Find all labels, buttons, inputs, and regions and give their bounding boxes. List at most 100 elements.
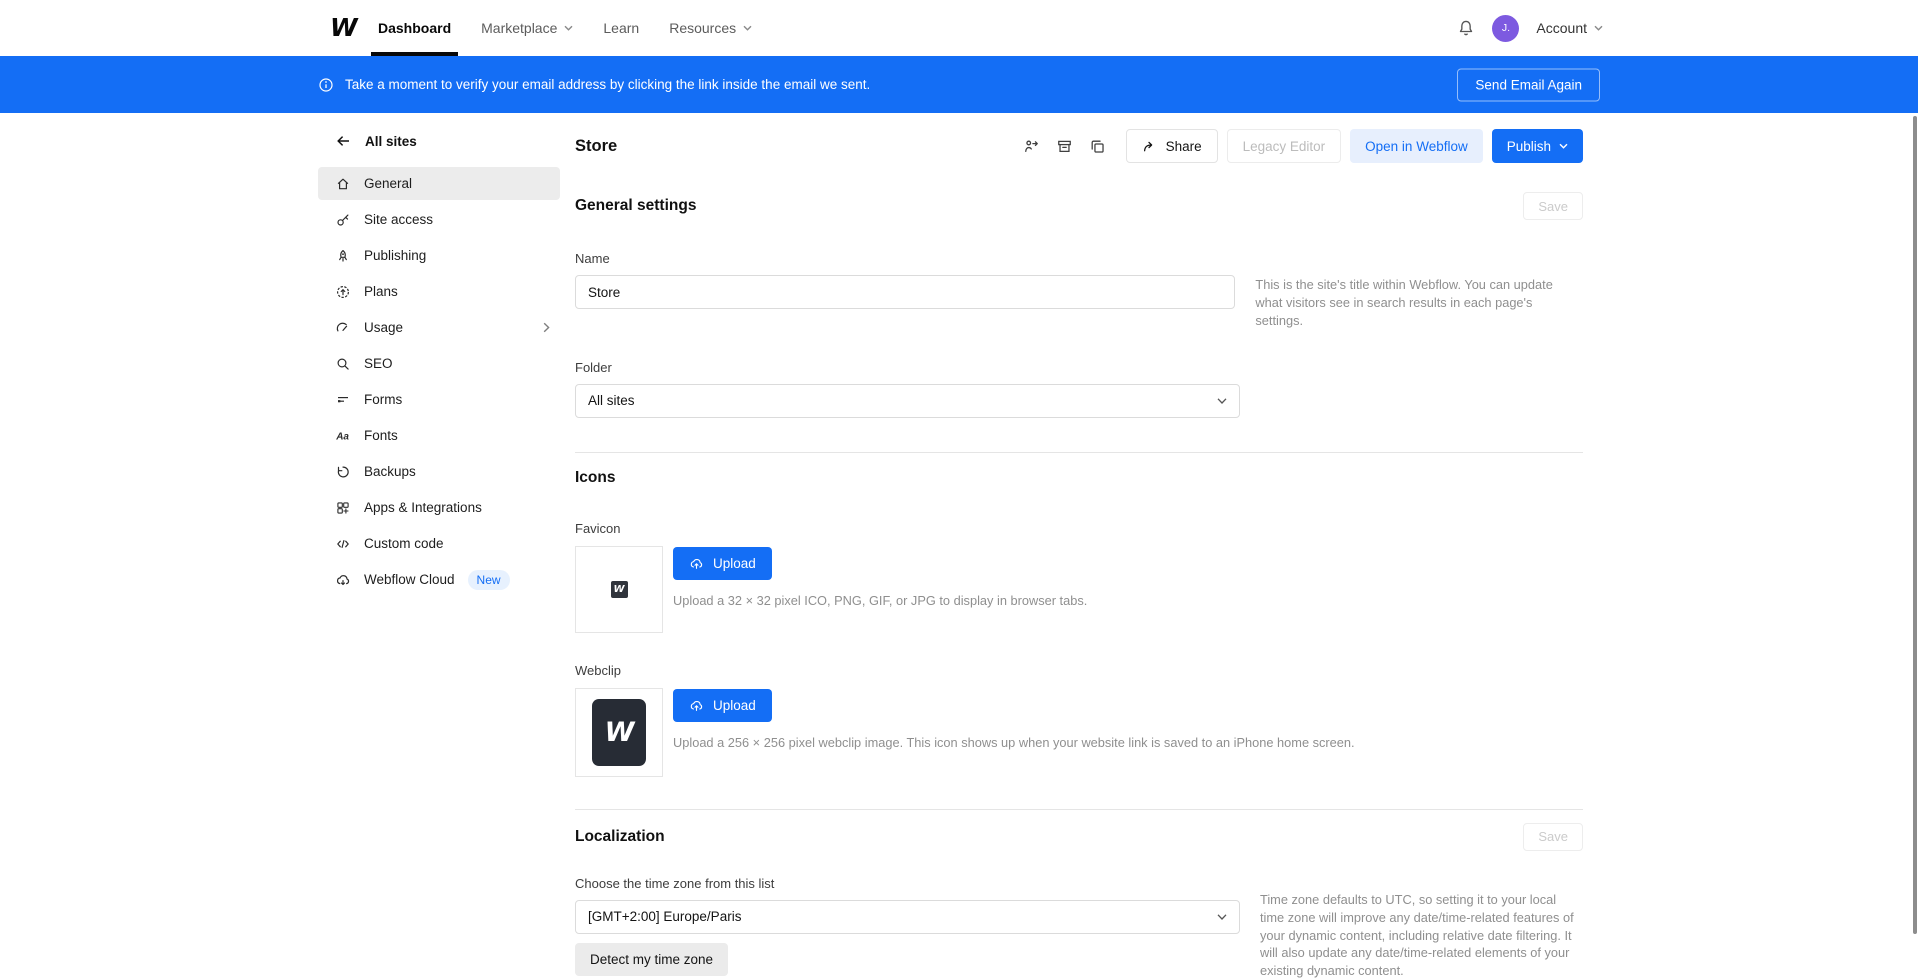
- magnifier-icon: [335, 356, 351, 372]
- account-menu[interactable]: Account: [1536, 20, 1603, 36]
- sidebar-item-label: Webflow Cloud: [364, 572, 455, 587]
- favicon-webflow-mark: W: [611, 581, 628, 598]
- nav-item-label: Resources: [669, 20, 736, 36]
- rocket-icon: [335, 248, 351, 264]
- sidebar-item-forms[interactable]: Forms: [318, 383, 560, 416]
- sidebar-item-usage[interactable]: Usage: [318, 311, 560, 344]
- email-verify-banner: Take a moment to verify your email addre…: [0, 56, 1918, 113]
- chevron-down-icon: [564, 25, 573, 31]
- sidebar-item-label: Backups: [364, 464, 416, 479]
- nav-item-dashboard[interactable]: Dashboard: [378, 0, 451, 56]
- sidebar-item-apps-integrations[interactable]: Apps & Integrations: [318, 491, 560, 524]
- avatar[interactable]: J.: [1492, 15, 1519, 42]
- favicon-letter: W: [613, 584, 624, 595]
- chevron-down-icon: [1217, 913, 1227, 920]
- webclip-letter: W: [605, 717, 634, 748]
- history-icon: [335, 464, 351, 480]
- site-header: Store Share Legacy Editor Open in Webflo…: [575, 126, 1583, 166]
- sidebar-item-webflow-cloud[interactable]: Webflow Cloud New: [318, 563, 560, 596]
- top-nav: W Dashboard Marketplace Learn Resources …: [0, 0, 1918, 56]
- sidebar-item-backups[interactable]: Backups: [318, 455, 560, 488]
- text-lines-icon: [335, 392, 351, 408]
- site-name-input[interactable]: [575, 275, 1235, 309]
- Aa-icon: Aa: [335, 428, 351, 444]
- upload-label: Upload: [713, 698, 756, 713]
- sidebar-item-label: Fonts: [364, 428, 398, 443]
- sidebar-item-custom-code[interactable]: Custom code: [318, 527, 560, 560]
- name-help-text: This is the site's title within Webflow.…: [1255, 275, 1583, 330]
- section-heading: Icons: [575, 469, 615, 487]
- nav-item-label: Dashboard: [378, 20, 451, 36]
- section-heading: Localization: [575, 828, 665, 846]
- timezone-label: Choose the time zone from this list: [575, 876, 1583, 891]
- page-title: Store: [575, 137, 617, 156]
- nav-item-learn[interactable]: Learn: [603, 0, 639, 56]
- nav-item-resources[interactable]: Resources: [669, 0, 752, 56]
- archive-icon[interactable]: [1056, 138, 1073, 155]
- webclip-label: Webclip: [575, 663, 1583, 678]
- site-toolbar: [1023, 138, 1106, 155]
- folder-select[interactable]: All sites: [575, 384, 1240, 418]
- general-settings-section: General settings Save Name This is the s…: [575, 192, 1583, 418]
- code-icon: [335, 536, 351, 552]
- new-badge: New: [468, 570, 510, 590]
- nav-item-marketplace[interactable]: Marketplace: [481, 0, 573, 56]
- name-label: Name: [575, 251, 1583, 266]
- svg-text:Aa: Aa: [335, 431, 349, 442]
- account-label: Account: [1536, 20, 1587, 36]
- save-button[interactable]: Save: [1523, 823, 1583, 851]
- banner-message: Take a moment to verify your email addre…: [318, 77, 870, 93]
- folder-label: Folder: [575, 360, 1583, 375]
- back-label: All sites: [365, 134, 417, 149]
- top-nav-right: J. Account: [1457, 0, 1603, 56]
- apps-grid-icon: [335, 500, 351, 516]
- arrow-left-icon: [335, 133, 352, 149]
- sidebar-item-label: General: [364, 176, 412, 191]
- chevron-down-icon: [743, 25, 752, 31]
- duplicate-icon[interactable]: [1089, 138, 1106, 155]
- publish-label: Publish: [1507, 139, 1551, 154]
- sidebar-item-general[interactable]: General: [318, 167, 560, 200]
- sidebar-item-label: SEO: [364, 356, 393, 371]
- sidebar-item-seo[interactable]: SEO: [318, 347, 560, 380]
- sidebar-item-publishing[interactable]: Publishing: [318, 239, 560, 272]
- back-to-all-sites[interactable]: All sites: [318, 133, 560, 149]
- settings-sidebar: All sites General Site access Publishing…: [318, 133, 560, 599]
- vertical-scrollbar[interactable]: [1913, 116, 1917, 934]
- nav-item-label: Learn: [603, 20, 639, 36]
- share-label: Share: [1166, 139, 1202, 154]
- localization-section: Localization Save Choose the time zone f…: [575, 823, 1583, 980]
- webclip-upload-button[interactable]: Upload: [673, 689, 772, 722]
- banner-text: Take a moment to verify your email addre…: [345, 77, 870, 92]
- folder-selected-value: All sites: [588, 393, 635, 408]
- webclip-webflow-mark: W: [592, 699, 646, 766]
- section-divider: [575, 452, 1583, 453]
- webflow-logo[interactable]: W: [330, 13, 357, 42]
- cloud-icon: [335, 572, 351, 588]
- bell-icon[interactable]: [1457, 19, 1475, 37]
- nav-item-label: Marketplace: [481, 20, 557, 36]
- sidebar-item-label: Apps & Integrations: [364, 500, 482, 515]
- upload-label: Upload: [713, 556, 756, 571]
- section-divider: [575, 809, 1583, 810]
- legacy-editor-button[interactable]: Legacy Editor: [1227, 129, 1342, 163]
- arrow-up-circle-icon: [335, 284, 351, 300]
- sidebar-item-plans[interactable]: Plans: [318, 275, 560, 308]
- gauge-icon: [335, 320, 351, 336]
- publish-button[interactable]: Publish: [1492, 129, 1583, 163]
- section-heading: General settings: [575, 197, 696, 215]
- share-button[interactable]: Share: [1126, 129, 1218, 163]
- webclip-preview: W: [575, 688, 663, 777]
- save-button[interactable]: Save: [1523, 192, 1583, 220]
- send-email-again-button[interactable]: Send Email Again: [1457, 68, 1600, 101]
- open-in-webflow-button[interactable]: Open in Webflow: [1350, 129, 1483, 163]
- transfer-site-icon[interactable]: [1023, 138, 1040, 155]
- info-icon: [318, 77, 334, 93]
- sidebar-item-label: Custom code: [364, 536, 444, 551]
- detect-timezone-button[interactable]: Detect my time zone: [575, 943, 728, 976]
- chevron-down-icon: [1594, 25, 1603, 31]
- sidebar-item-site-access[interactable]: Site access: [318, 203, 560, 236]
- sidebar-item-fonts[interactable]: Aa Fonts: [318, 419, 560, 452]
- favicon-upload-button[interactable]: Upload: [673, 547, 772, 580]
- timezone-select[interactable]: [GMT+2:00] Europe/Paris: [575, 900, 1240, 934]
